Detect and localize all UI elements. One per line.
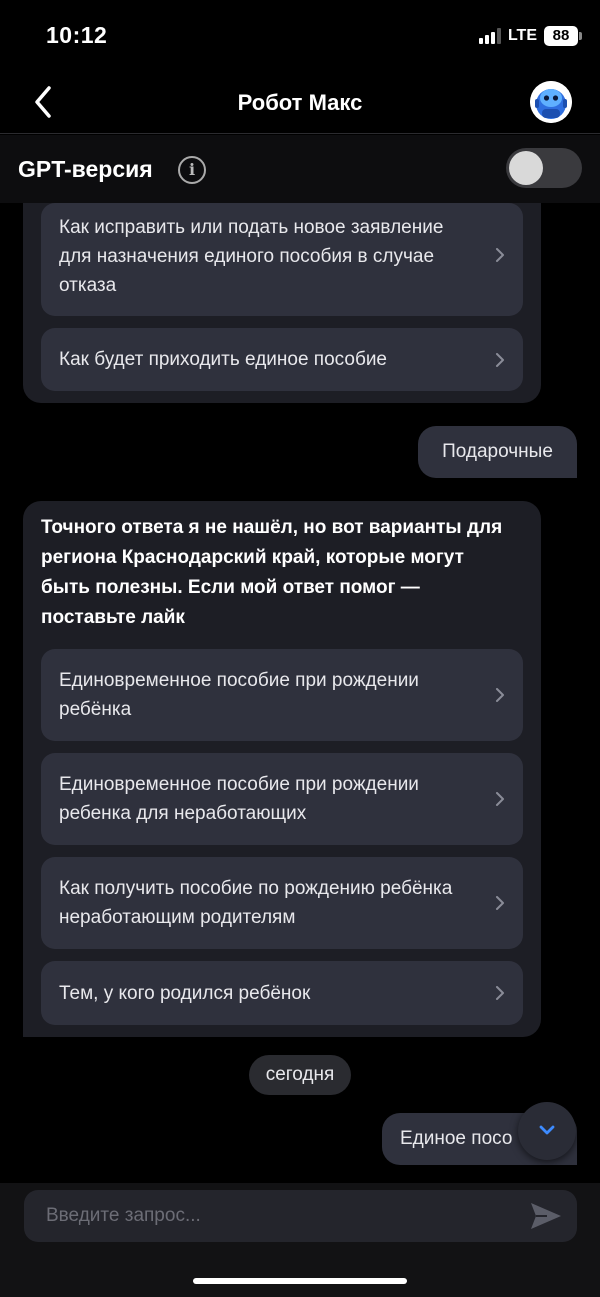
answer-option[interactable]: Как исправить или подать новое заявление… — [41, 203, 523, 316]
send-button[interactable] — [529, 1200, 563, 1232]
bot-avatar[interactable] — [530, 81, 572, 123]
network-label: LTE — [507, 27, 537, 44]
nav-bar: Робот Макс — [0, 70, 600, 134]
toggle-knob — [509, 151, 543, 185]
status-bar: 10:12 LTE 88 — [0, 0, 600, 70]
answer-option[interactable]: Как получить пособие по рождению ребёнка… — [41, 857, 523, 949]
answer-option-label: Как исправить или подать новое заявление… — [59, 217, 444, 296]
answer-option-label: Единовременное пособие при рождении ребе… — [59, 774, 419, 824]
page-title: Робот Макс — [237, 90, 363, 115]
home-indicator — [193, 1278, 407, 1284]
back-button[interactable] — [24, 82, 64, 122]
battery-icon: 88 — [544, 26, 582, 46]
answer-option-label: Как получить пособие по рождению ребёнка… — [59, 878, 453, 928]
status-time: 10:12 — [46, 22, 108, 48]
gpt-version-toggle[interactable] — [506, 148, 582, 188]
chevron-left-icon — [35, 86, 51, 118]
user-message-text: Подарочные — [442, 441, 553, 462]
answer-option-label: Единовременное пособие при рождении ребё… — [59, 670, 419, 720]
answer-option[interactable]: Единовременное пособие при рождении ребё… — [41, 649, 523, 741]
answer-option-label: Тем, у кого родился ребёнок — [59, 983, 311, 1004]
chat-screen: 10:12 LTE 88 Робот Макс GPT-версия i Как… — [0, 0, 600, 1297]
chevron-right-icon — [496, 688, 504, 702]
robot-avatar-icon — [530, 81, 572, 123]
chevron-right-icon — [496, 353, 504, 367]
answer-option[interactable]: Тем, у кого родился ребёнок — [41, 961, 523, 1025]
user-message: Подарочные — [418, 426, 577, 478]
input-bar — [0, 1183, 600, 1297]
status-icons: LTE 88 — [478, 26, 582, 46]
chevron-right-icon — [496, 792, 504, 806]
bot-message-text: Точного ответа я не нашёл, но вот вариан… — [41, 517, 503, 628]
answer-option[interactable]: Как будет приходить единое пособие — [41, 328, 523, 391]
message-input-container — [24, 1190, 577, 1242]
info-icon[interactable]: i — [178, 156, 206, 184]
gpt-version-label: GPT-версия — [18, 156, 153, 182]
bot-message: Точного ответа я не нашёл, но вот вариан… — [23, 501, 541, 1037]
chevron-right-icon — [496, 986, 504, 1000]
date-separator: сегодня — [249, 1055, 351, 1095]
signal-icon — [478, 28, 501, 44]
chevron-right-icon — [496, 896, 504, 910]
chevron-right-icon — [496, 248, 504, 262]
user-message-text: Единое посо — [400, 1128, 513, 1149]
chat-history[interactable]: Как исправить или подать новое заявление… — [0, 203, 600, 1183]
chevron-down-icon — [539, 1125, 555, 1135]
send-icon — [531, 1203, 561, 1229]
message-input[interactable] — [46, 1190, 516, 1242]
answer-option[interactable]: Единовременное пособие при рождении ребе… — [41, 753, 523, 845]
answer-option-label: Как будет приходить единое пособие — [59, 349, 388, 370]
scroll-to-bottom-button[interactable] — [518, 1102, 576, 1160]
bot-message: Как исправить или подать новое заявление… — [23, 203, 541, 403]
